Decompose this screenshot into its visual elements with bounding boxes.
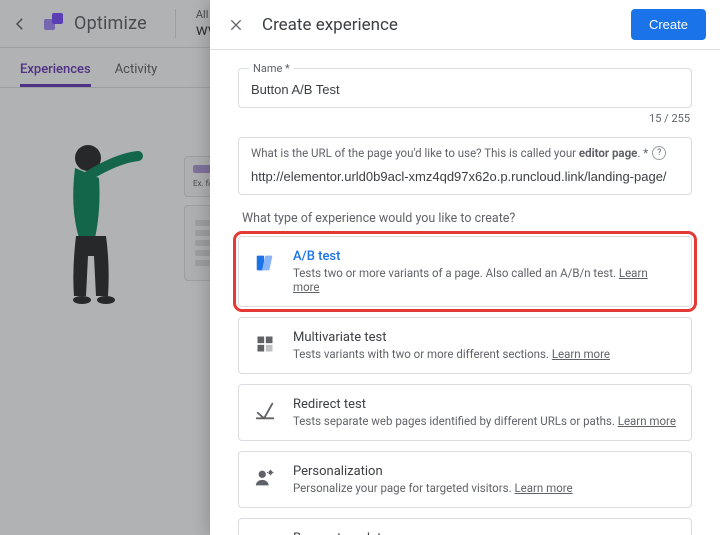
learn-more-link[interactable]: Learn more	[514, 481, 572, 495]
learn-more-link[interactable]: Learn more	[552, 347, 610, 361]
close-button[interactable]	[224, 13, 248, 37]
url-field-wrap[interactable]: What is the URL of the page you'd like t…	[238, 137, 692, 195]
experience-type-redirect[interactable]: Redirect test Tests separate web pages i…	[238, 384, 692, 441]
experience-type-multivariate[interactable]: Multivariate test Tests variants with tw…	[238, 317, 692, 374]
url-desc-strong: editor page	[579, 146, 637, 160]
experience-type-personalization[interactable]: Personalization Personalize your page fo…	[238, 451, 692, 508]
help-icon[interactable]: ?	[652, 146, 666, 160]
panel-body: Name * 15 / 255 What is the URL of the p…	[210, 50, 720, 535]
name-field-wrap[interactable]: Name *	[238, 68, 692, 108]
panel-header: Create experience Create	[210, 0, 720, 50]
personalization-icon	[253, 466, 277, 490]
option-title: Redirect test	[293, 397, 677, 412]
learn-more-link[interactable]: Learn more	[618, 414, 676, 428]
experience-type-ab-test[interactable]: A/B test Tests two or more variants of a…	[238, 236, 692, 307]
name-field-label: Name *	[249, 62, 294, 75]
option-desc: Tests two or more variants of a page. Al…	[293, 266, 677, 294]
experience-type-question: What type of experience would you like t…	[242, 211, 692, 226]
create-button[interactable]: Create	[631, 9, 706, 40]
close-icon	[228, 17, 244, 33]
panel-title: Create experience	[262, 15, 617, 35]
option-title: Banner template	[293, 531, 677, 535]
redirect-icon	[253, 399, 277, 423]
option-desc: Tests separate web pages identified by d…	[293, 414, 677, 428]
experience-type-banner[interactable]: Banner template Add a notification banne…	[238, 518, 692, 535]
option-title: A/B test	[293, 249, 677, 264]
url-field-desc: What is the URL of the page you'd like t…	[251, 146, 679, 160]
url-desc-post: . *	[637, 146, 648, 160]
option-title: Multivariate test	[293, 330, 677, 345]
ab-test-icon	[253, 251, 277, 275]
name-field[interactable]	[251, 80, 679, 99]
url-field[interactable]	[251, 167, 679, 186]
option-desc: Tests variants with two or more differen…	[293, 347, 677, 361]
multivariate-icon	[253, 332, 277, 356]
option-desc: Personalize your page for targeted visit…	[293, 481, 677, 495]
url-desc-pre: What is the URL of the page you'd like t…	[251, 146, 579, 160]
option-title: Personalization	[293, 464, 677, 479]
name-char-counter: 15 / 255	[238, 112, 690, 125]
create-experience-panel: Create experience Create Name * 15 / 255…	[210, 0, 720, 535]
